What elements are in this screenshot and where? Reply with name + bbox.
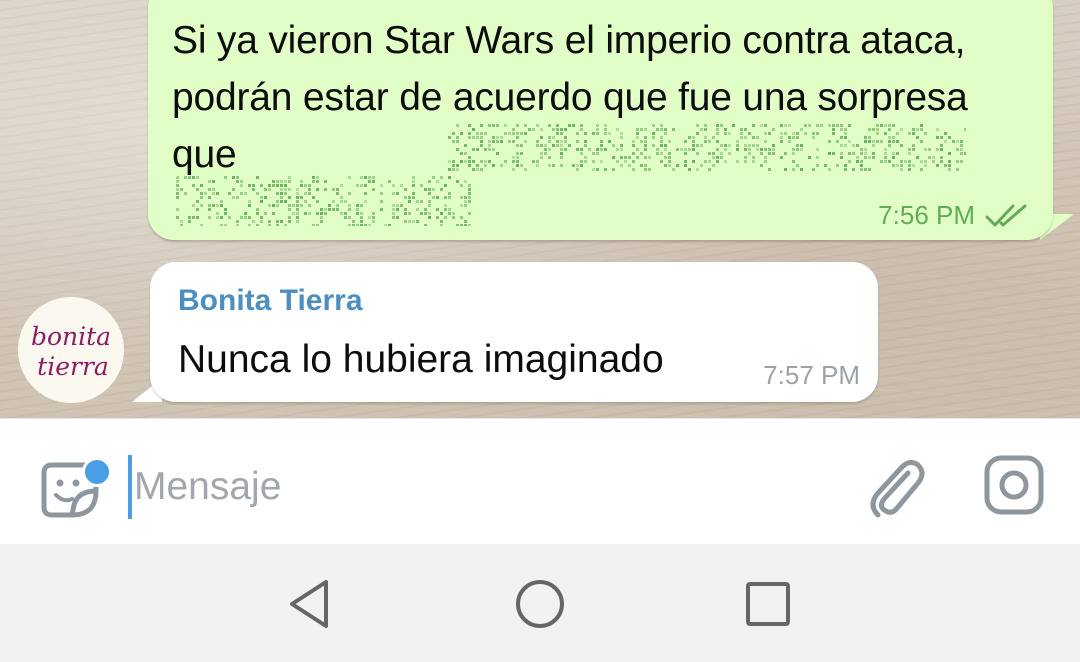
incoming-message-time: 7:57 PM bbox=[763, 360, 860, 390]
paperclip-icon bbox=[870, 459, 925, 518]
incoming-message-text: Nunca lo hubiera imaginado bbox=[178, 338, 664, 381]
incoming-message-bubble[interactable]: Bonita Tierra Nunca lo hubiera imaginado… bbox=[150, 262, 878, 402]
avatar-logo: bonita tierra bbox=[18, 297, 124, 403]
recent-apps-button[interactable] bbox=[738, 574, 798, 634]
svg-text:bonita: bonita bbox=[31, 322, 111, 351]
emoji-sticker-button[interactable] bbox=[38, 457, 112, 523]
back-triangle-icon bbox=[290, 580, 328, 628]
svg-text:tierra: tierra bbox=[37, 352, 109, 381]
message-input-bar bbox=[0, 418, 1080, 545]
sender-name[interactable]: Bonita Tierra bbox=[178, 284, 363, 318]
outgoing-message-bubble[interactable]: Si ya vieron Star Wars el imperio contra… bbox=[148, 0, 1053, 240]
home-button[interactable] bbox=[510, 574, 570, 634]
blurred-text-spoiler bbox=[176, 176, 471, 226]
double-check-icon bbox=[985, 204, 1027, 226]
text-cursor bbox=[128, 455, 132, 519]
camera-icon bbox=[984, 455, 1044, 515]
back-button[interactable] bbox=[282, 574, 342, 634]
notification-dot bbox=[82, 457, 112, 487]
chat-area[interactable]: Si ya vieron Star Wars el imperio contra… bbox=[0, 0, 1080, 420]
outgoing-message-time: 7:56 PM bbox=[878, 200, 975, 230]
recent-square-icon bbox=[746, 582, 790, 626]
attach-button[interactable] bbox=[864, 453, 928, 521]
system-navigation-bar bbox=[0, 544, 1080, 662]
camera-button[interactable] bbox=[982, 453, 1046, 517]
outgoing-message-meta: 7:56 PM bbox=[878, 200, 1029, 231]
message-input[interactable] bbox=[134, 457, 814, 517]
blurred-text-spoiler bbox=[448, 124, 966, 171]
avatar[interactable]: bonita tierra bbox=[18, 297, 124, 403]
home-circle-icon bbox=[516, 580, 564, 628]
